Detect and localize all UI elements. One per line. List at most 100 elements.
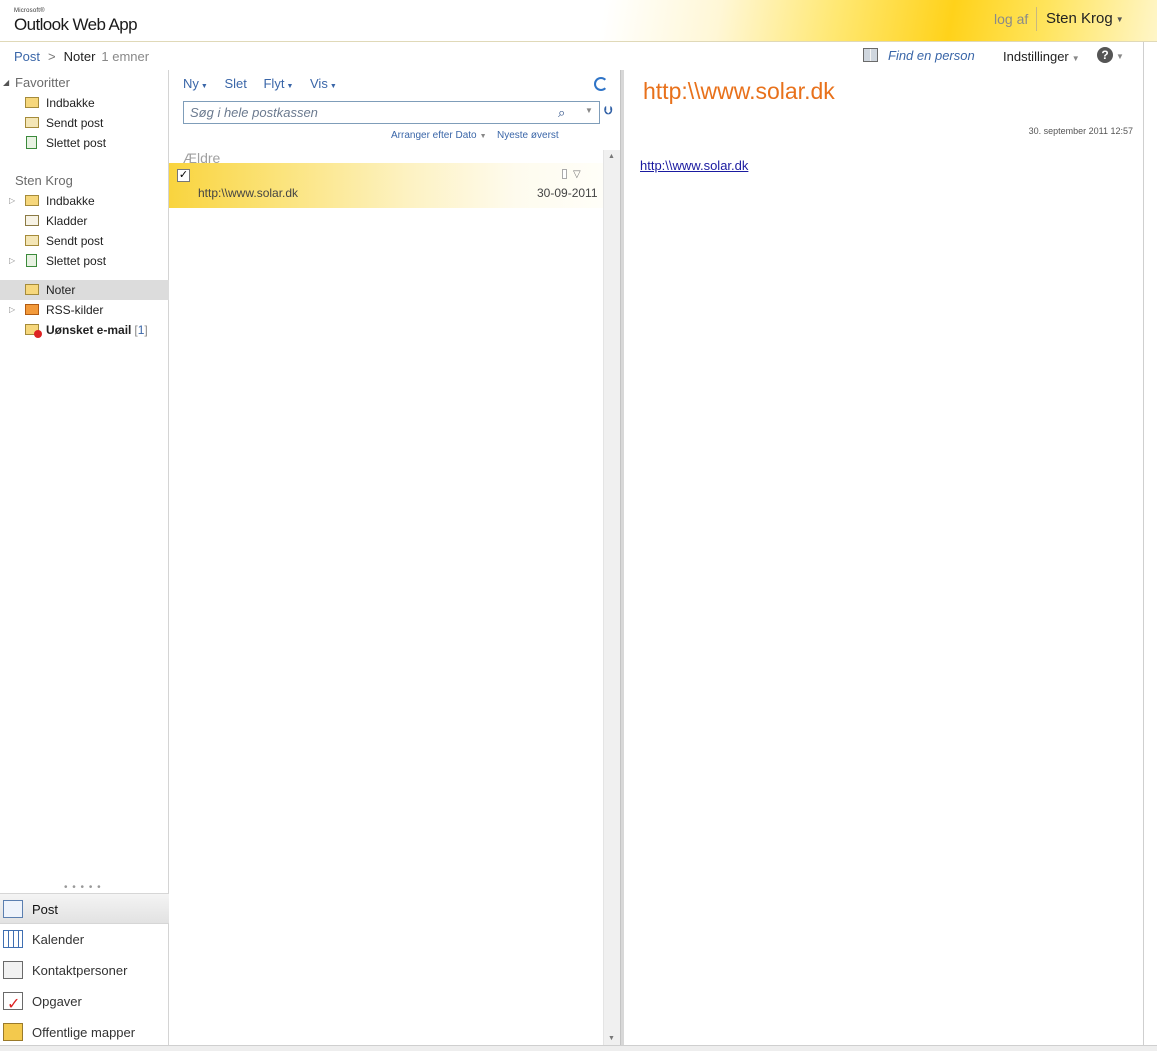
resize-grip[interactable]: • • • • • — [64, 882, 102, 893]
module-calendar[interactable]: Kalender — [0, 924, 169, 955]
drafts-icon — [25, 215, 39, 226]
favorites-header[interactable]: ◢ Favoritter — [0, 73, 169, 93]
folder-label: Noter — [46, 283, 76, 297]
chevron-down-icon: ▼ — [200, 83, 208, 90]
unread-count: [1] — [134, 323, 148, 337]
rss-icon — [25, 304, 39, 315]
search-icon[interactable]: ⌕ — [558, 105, 565, 121]
folder-rss[interactable]: ▷ RSS-kilder — [0, 300, 169, 320]
junk-icon — [25, 324, 42, 338]
folder-label: Indbakke — [46, 194, 95, 208]
scroll-down-icon[interactable]: ▼ — [608, 1035, 615, 1042]
folder-fav-deleted[interactable]: Slettet post — [0, 133, 169, 153]
flag-icon[interactable]: ▽ — [573, 169, 581, 180]
folder-drafts[interactable]: Kladder — [0, 211, 169, 231]
note-icon — [562, 169, 567, 179]
view-button[interactable]: Vis ▼ — [310, 76, 337, 91]
contacts-icon — [3, 961, 23, 979]
reading-datetime: 30. september 2011 12:57 — [1028, 126, 1133, 136]
signout-link[interactable]: log af — [994, 11, 1028, 27]
module-label: Post — [32, 902, 59, 917]
help-menu[interactable]: ? ▼ — [1097, 47, 1124, 63]
item-count: 1 emner — [101, 49, 150, 64]
folder-junk[interactable]: Uønsket e-mail [1] — [0, 320, 169, 340]
reading-subject: http:\\www.solar.dk — [643, 78, 835, 104]
search-box: ⌕ ▼ — [183, 101, 600, 124]
delete-button[interactable]: Slet — [224, 76, 246, 91]
settings-label: Indstillinger — [1003, 49, 1069, 64]
calendar-icon — [3, 930, 23, 948]
folder-sent[interactable]: Sendt post — [0, 231, 169, 251]
message-row[interactable]: ✓ ▽ http:\\www.solar.dk 30-09-2011 — [169, 163, 603, 208]
folder-navigation: ◢ Favoritter Indbakke Sendt post Slettet … — [0, 70, 169, 1051]
move-button[interactable]: Flyt ▼ — [263, 76, 293, 91]
breadcrumb-separator: > — [48, 49, 56, 64]
address-book-icon — [863, 48, 878, 62]
module-tasks[interactable]: Opgaver — [0, 986, 169, 1020]
arrange-by-label: Arranger efter Dato — [391, 130, 477, 141]
message-date: 30-09-2011 — [537, 186, 598, 200]
new-button[interactable]: Ny ▼ — [183, 76, 208, 91]
user-name: Sten Krog — [1046, 10, 1113, 27]
inbox-icon — [25, 195, 39, 206]
module-label: Opgaver — [32, 994, 82, 1009]
module-label: Offentlige mapper — [32, 1025, 136, 1040]
folder-fav-inbox[interactable]: Indbakke — [0, 93, 169, 113]
body-link[interactable]: http:\\www.solar.dk — [640, 158, 748, 173]
list-scrollbar[interactable]: ▲ ▼ — [603, 150, 620, 1045]
sent-icon — [25, 235, 39, 246]
chevron-down-icon: ▼ — [1071, 54, 1080, 63]
breadcrumb-current: Noter — [63, 49, 96, 64]
inbox-icon — [25, 97, 39, 108]
settings-menu[interactable]: Indstillinger ▼ — [1003, 49, 1080, 64]
header-divider — [1036, 7, 1037, 31]
expand-triangle-icon[interactable]: ▷ — [9, 300, 15, 320]
chevron-down-icon: ▼ — [1115, 14, 1124, 24]
folder-notes[interactable]: Noter — [0, 280, 169, 300]
chevron-down-icon: ▼ — [479, 133, 487, 140]
user-menu[interactable]: Sten Krog ▼ — [1046, 10, 1124, 27]
sort-order-toggle[interactable]: Nyeste øverst — [497, 130, 559, 141]
chevron-down-icon: ▼ — [1116, 52, 1124, 61]
collapse-triangle-icon[interactable]: ◢ — [3, 73, 9, 93]
scroll-up-icon[interactable]: ▲ — [608, 153, 615, 160]
view-label: Vis — [310, 76, 328, 91]
expand-triangle-icon[interactable]: ▷ — [9, 251, 15, 271]
module-contacts[interactable]: Kontaktpersoner — [0, 955, 169, 986]
module-public-folders[interactable]: Offentlige mapper — [0, 1017, 169, 1048]
mailbox-header[interactable]: Sten Krog — [0, 171, 169, 191]
folder-label: Slettet post — [46, 254, 107, 268]
search-input[interactable] — [184, 102, 544, 123]
message-list-pane: Ny▼ Slet Flyt▼ Vis▼ ⌕ ▼ ⮋ Arranger efter… — [169, 70, 620, 1051]
top-header: Microsoft® Outlook Web App log af Sten K… — [0, 0, 1157, 42]
mailbox-title: Sten Krog — [15, 173, 73, 188]
app-name: Outlook Web App — [14, 15, 138, 34]
module-label: Kalender — [32, 932, 85, 947]
folder-label: Slettet post — [46, 136, 107, 150]
select-checkbox[interactable]: ✓ — [177, 169, 190, 182]
breadcrumb-root[interactable]: Post — [14, 49, 40, 64]
outlook-logo: Microsoft® Outlook Web App — [14, 8, 138, 35]
refresh-icon[interactable] — [594, 77, 608, 91]
expand-triangle-icon[interactable]: ▷ — [9, 191, 15, 211]
chevron-down-icon: ▼ — [286, 83, 294, 90]
folder-fav-sent[interactable]: Sendt post — [0, 113, 169, 133]
sent-icon — [25, 117, 39, 128]
search-options-icon[interactable]: ▼ — [585, 106, 593, 115]
window-right-edge — [1143, 42, 1157, 1051]
microsoft-label: Microsoft® — [14, 8, 45, 14]
new-label: Ny — [183, 76, 199, 91]
mail-icon — [3, 900, 23, 918]
folder-deleted[interactable]: ▷ Slettet post — [0, 251, 169, 271]
move-label: Flyt — [263, 76, 285, 91]
arrange-by-menu[interactable]: Arranger efter Dato ▼ — [391, 130, 487, 141]
module-mail[interactable]: Post — [0, 893, 169, 924]
chevron-down-icon: ▼ — [329, 83, 337, 90]
folder-inbox[interactable]: ▷ Indbakke — [0, 191, 169, 211]
folder-label: Sendt post — [46, 234, 104, 248]
reading-pane: http:\\www.solar.dk 30. september 2011 1… — [624, 70, 1143, 1045]
find-person-link[interactable]: Find en person — [863, 48, 975, 63]
help-icon: ? — [1097, 47, 1113, 63]
tasks-icon — [3, 989, 23, 1020]
expand-search-icon[interactable]: ⮋ — [604, 105, 612, 118]
